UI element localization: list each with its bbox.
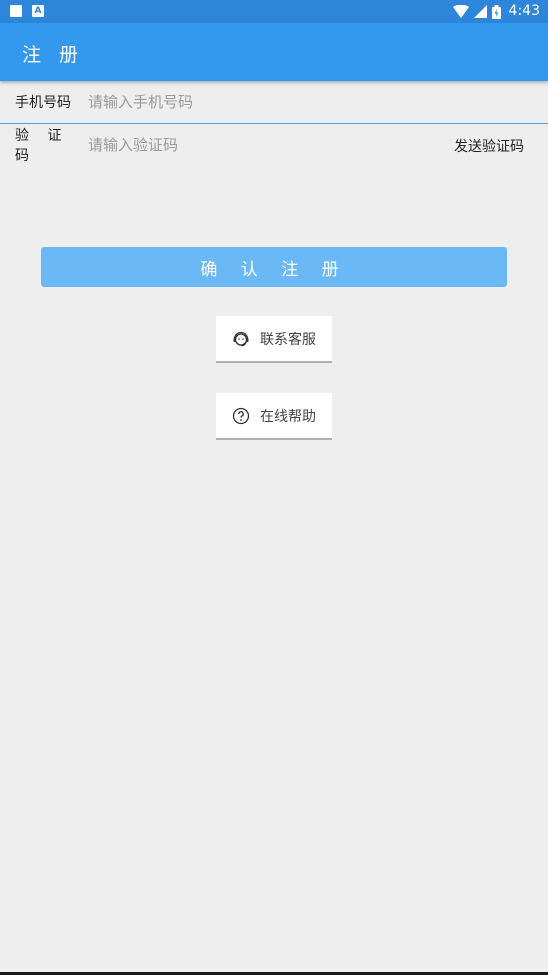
register-form: 手机号码 验 证 码 发送验证码 [0,81,548,166]
online-help-label: 在线帮助 [260,408,316,425]
contact-service-label: 联系客服 [260,331,316,348]
code-input[interactable] [88,130,418,160]
confirm-register-label: 确 认 注 册 [200,259,348,280]
system-icons: 4:43 [452,3,540,20]
phone-label: 手机号码 [15,95,71,111]
page-title: 注 册 [22,44,85,66]
phone-row: 手机号码 [0,81,548,124]
code-row: 验 证 码 发送验证码 [0,124,548,166]
square-notification-icon [10,5,22,17]
battery-icon [491,4,501,19]
app-bar: 注 册 [0,23,548,81]
wifi-icon [452,5,469,18]
headset-icon [233,331,249,346]
a-notification-icon: A [32,5,44,17]
code-label: 验 证 码 [15,128,69,164]
confirm-register-button[interactable]: 确 认 注 册 [41,247,507,287]
contact-service-button[interactable]: 联系客服 [216,316,332,363]
phone-input[interactable] [88,87,418,117]
send-code-button[interactable]: 发送验证码 [454,136,524,156]
online-help-button[interactable]: 在线帮助 [216,393,332,440]
clock-time: 4:43 [508,3,540,19]
notification-icons: A [10,5,44,17]
signal-icon [473,5,487,18]
status-bar: A 4:43 [0,0,548,23]
question-circle-icon [232,407,250,424]
